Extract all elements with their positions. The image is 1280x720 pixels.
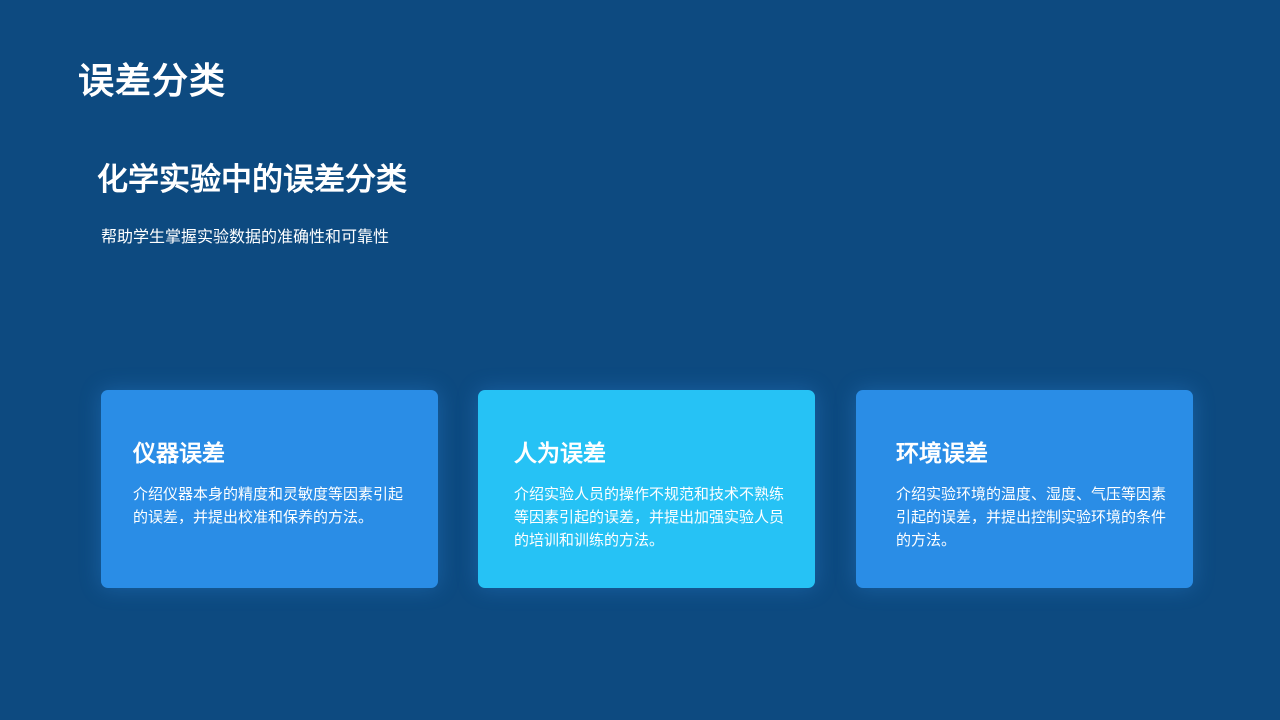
card-title: 仪器误差 bbox=[133, 441, 225, 467]
card-title: 环境误差 bbox=[896, 441, 988, 467]
slide: 误差分类 化学实验中的误差分类 帮助学生掌握实验数据的准确性和可靠性 仪器误差 … bbox=[0, 0, 1280, 720]
card-body: 介绍实验环境的温度、湿度、气压等因素引起的误差，并提出控制实验环境的条件的方法。 bbox=[896, 485, 1167, 549]
card-human-error[interactable]: 人为误差 介绍实验人员的操作不规范和技术不熟练等因素引起的误差，并提出加强实验人… bbox=[478, 390, 815, 588]
card-title: 人为误差 bbox=[514, 441, 606, 467]
section-subtitle: 帮助学生掌握实验数据的准确性和可靠性 bbox=[101, 227, 390, 246]
card-environment-error[interactable]: 环境误差 介绍实验环境的温度、湿度、气压等因素引起的误差，并提出控制实验环境的条… bbox=[856, 390, 1193, 588]
page-title: 误差分类 bbox=[78, 61, 227, 102]
card-row: 仪器误差 介绍仪器本身的精度和灵敏度等因素引起的误差，并提出校准和保养的方法。 … bbox=[101, 390, 1193, 588]
card-instrument-error[interactable]: 仪器误差 介绍仪器本身的精度和灵敏度等因素引起的误差，并提出校准和保养的方法。 bbox=[101, 390, 438, 588]
section-title: 化学实验中的误差分类 bbox=[97, 162, 407, 198]
card-body: 介绍仪器本身的精度和灵敏度等因素引起的误差，并提出校准和保养的方法。 bbox=[133, 485, 404, 526]
card-body: 介绍实验人员的操作不规范和技术不熟练等因素引起的误差，并提出加强实验人员的培训和… bbox=[514, 485, 785, 549]
